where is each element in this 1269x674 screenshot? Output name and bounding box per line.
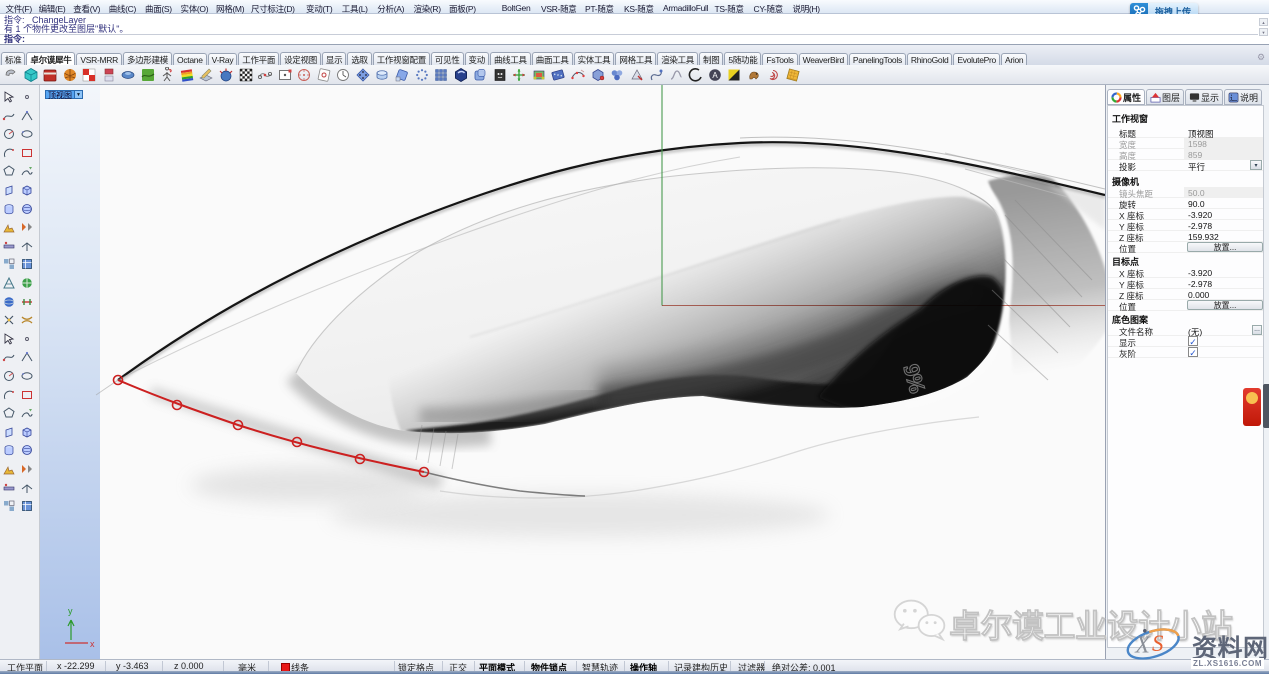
svg-text:y: y (68, 606, 73, 616)
svg-text:辶: 辶 (1230, 93, 1238, 102)
svg-text:x: x (90, 639, 95, 649)
svg-text:A: A (712, 71, 718, 80)
